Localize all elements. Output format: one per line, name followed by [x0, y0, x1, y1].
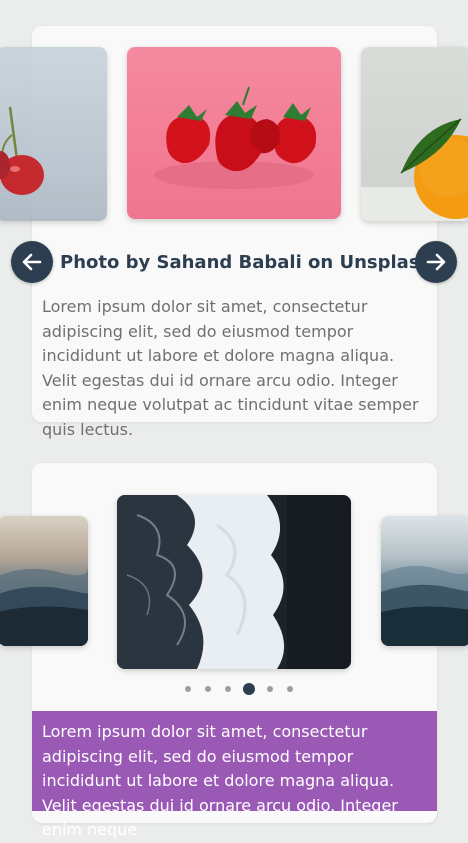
pagination-dot-active[interactable]	[243, 683, 255, 695]
pagination-dot[interactable]	[205, 686, 211, 692]
arrow-right-icon	[426, 253, 446, 271]
mountains-photo	[0, 516, 88, 646]
photo-caption: Photo by Sahand Babali on Unsplash	[60, 252, 433, 273]
strawberries-photo	[127, 47, 341, 219]
pagination-dot[interactable]	[185, 686, 191, 692]
pagination-dot[interactable]	[287, 686, 293, 692]
next-slide-button[interactable]	[415, 241, 457, 283]
slide-2-description-text: Lorem ipsum dolor sit amet, consectetur …	[42, 722, 398, 839]
orange-photo	[361, 47, 468, 221]
cherry-photo	[0, 47, 107, 221]
pagination-dots	[178, 683, 300, 695]
arrow-left-icon	[22, 253, 42, 271]
pagination-dot[interactable]	[267, 686, 273, 692]
mountains-photo	[381, 516, 468, 646]
slide-description-text: Lorem ipsum dolor sit amet, consectetur …	[42, 297, 419, 439]
ocean-waves-photo	[117, 495, 351, 669]
previous-slide-button[interactable]	[11, 241, 53, 283]
pagination-dot[interactable]	[225, 686, 231, 692]
